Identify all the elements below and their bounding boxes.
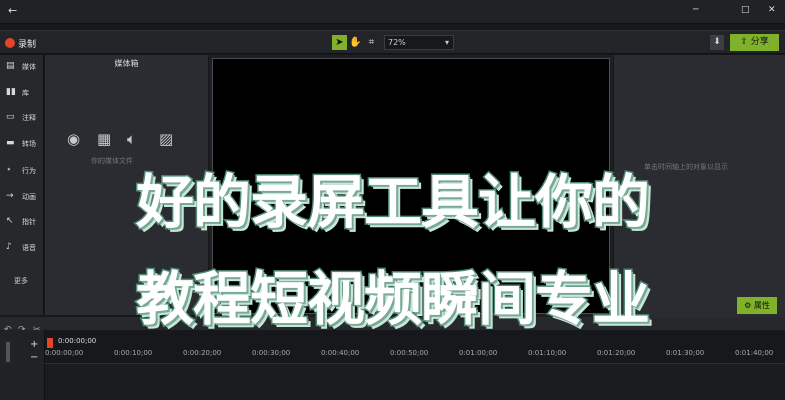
audio-icon[interactable]: 🔈︎	[127, 130, 136, 148]
time-tick: 0:01:20;00	[597, 349, 636, 357]
zoom-in-icon[interactable]: +	[30, 339, 38, 350]
time-tick: 0:00:50;00	[390, 349, 429, 357]
sidebar-item-label: 转场	[22, 140, 36, 148]
film-icon: ▤	[6, 61, 15, 71]
panel-title: 媒体箱	[114, 59, 139, 68]
image-icon[interactable]: ▨	[159, 130, 173, 148]
sidebar-item-library[interactable]: ▮▮ 库	[0, 83, 44, 103]
voice-icon: ♪	[6, 242, 12, 252]
record-icon[interactable]	[5, 38, 15, 48]
sidebar-item-annotations[interactable]: ▭ 注释	[0, 108, 44, 128]
select-tool-icon[interactable]: ➤	[332, 35, 347, 50]
time-tick: 0:01:10;00	[528, 349, 567, 357]
annotation-icon: ▭	[6, 112, 15, 122]
crop-tool-icon[interactable]: ⌗	[364, 35, 379, 50]
sidebar-item-transitions[interactable]: ▬ 转场	[0, 134, 44, 154]
share-button[interactable]: ⇪ 分享	[730, 34, 779, 51]
time-tick: 0:00:00;00	[45, 349, 84, 357]
hand-tool-icon[interactable]: ✋	[348, 35, 363, 50]
sidebar-item-media[interactable]: ▤ 媒体	[0, 57, 44, 77]
zoom-value: 72%	[388, 38, 406, 47]
time-tick: 0:01:30;00	[666, 349, 705, 357]
video-icon[interactable]: ▦	[97, 130, 111, 148]
time-tick: 0:00:30;00	[252, 349, 291, 357]
zoom-out-icon[interactable]: −	[30, 352, 38, 363]
time-tick: 0:00:10;00	[114, 349, 153, 357]
sidebar-item-label: 注释	[22, 114, 36, 122]
playhead[interactable]	[47, 338, 53, 348]
time-tick: 0:01:00;00	[459, 349, 498, 357]
download-button[interactable]: ⬇	[710, 35, 724, 50]
main-toolbar: 录制 ➤ ✋ ⌗ 72% ▾ ⬇ ⇪ 分享	[0, 30, 785, 54]
zoom-select[interactable]: 72% ▾	[384, 35, 454, 50]
maximize-icon[interactable]: □	[741, 5, 750, 15]
overlay-caption-line2: 教程短视频瞬间专业	[134, 264, 651, 335]
share-label: 分享	[750, 37, 769, 47]
close-icon[interactable]: ✕	[768, 5, 776, 15]
timeline-track[interactable]	[45, 363, 785, 400]
library-icon: ▮▮	[6, 87, 16, 97]
sidebar-item-label: 库	[22, 89, 29, 97]
time-tick: 0:00:40;00	[321, 349, 360, 357]
back-arrow-icon[interactable]: ←	[8, 4, 17, 17]
overlay-caption-line1: 好的录屏工具让你的	[134, 167, 651, 238]
title-bar: ← ─ □ ✕	[0, 0, 785, 24]
record-media-icon[interactable]: ◉	[67, 130, 80, 148]
sidebar-item-label: 媒体	[22, 63, 36, 71]
media-type-icons: ◉ ▦ 🔈︎ ▨	[67, 130, 207, 150]
timeline-ruler[interactable]: 0:00:00;00 0:00:10;00 0:00:20;00 0:00:30…	[45, 349, 785, 361]
record-button[interactable]: 录制	[18, 37, 36, 50]
timeline-zoom-slider[interactable]	[6, 342, 10, 362]
chevron-down-icon: ▾	[444, 38, 449, 47]
minimize-icon[interactable]: ─	[693, 5, 698, 15]
playhead-time: 0:00:00;00	[58, 337, 97, 345]
time-tick: 0:00:20;00	[183, 349, 222, 357]
transition-icon: ▬	[6, 138, 15, 148]
time-tick: 0:01:40;00	[735, 349, 774, 357]
